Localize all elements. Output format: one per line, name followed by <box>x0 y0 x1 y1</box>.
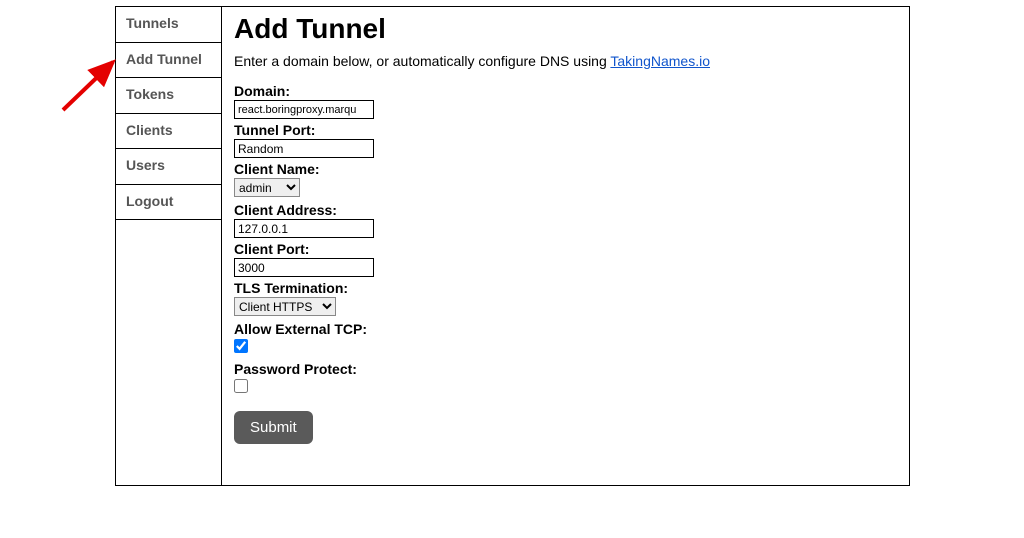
domain-input[interactable] <box>234 100 374 119</box>
sidebar-item-tunnels[interactable]: Tunnels <box>116 7 221 43</box>
tunnel-port-label: Tunnel Port: <box>234 122 897 138</box>
password-protect-checkbox[interactable] <box>234 379 248 393</box>
tls-termination-select[interactable]: Client HTTPS <box>234 297 336 316</box>
client-port-input[interactable] <box>234 258 374 277</box>
sidebar-item-logout[interactable]: Logout <box>116 185 221 221</box>
intro-text: Enter a domain below, or automatically c… <box>234 53 897 69</box>
sidebar: Tunnels Add Tunnel Tokens Clients Users … <box>116 7 222 485</box>
client-address-label: Client Address: <box>234 202 897 218</box>
submit-button[interactable]: Submit <box>234 411 313 444</box>
client-port-label: Client Port: <box>234 241 897 257</box>
sidebar-item-tokens[interactable]: Tokens <box>116 78 221 114</box>
sidebar-item-add-tunnel[interactable]: Add Tunnel <box>116 43 221 79</box>
sidebar-item-users[interactable]: Users <box>116 149 221 185</box>
tls-termination-label: TLS Termination: <box>234 280 897 296</box>
sidebar-item-clients[interactable]: Clients <box>116 114 221 150</box>
allow-external-tcp-checkbox[interactable] <box>234 339 248 353</box>
domain-label: Domain: <box>234 83 897 99</box>
tunnel-port-input[interactable] <box>234 139 374 158</box>
takingnames-link[interactable]: TakingNames.io <box>610 53 710 69</box>
intro-prefix: Enter a domain below, or automatically c… <box>234 53 610 69</box>
allow-external-tcp-label: Allow External TCP: <box>234 321 897 337</box>
main-panel: Add Tunnel Enter a domain below, or auto… <box>222 7 909 485</box>
app-frame: Tunnels Add Tunnel Tokens Clients Users … <box>115 6 910 486</box>
client-address-input[interactable] <box>234 219 374 238</box>
client-name-select[interactable]: admin <box>234 178 300 197</box>
password-protect-label: Password Protect: <box>234 361 897 377</box>
page-title: Add Tunnel <box>234 13 897 45</box>
client-name-label: Client Name: <box>234 161 897 177</box>
